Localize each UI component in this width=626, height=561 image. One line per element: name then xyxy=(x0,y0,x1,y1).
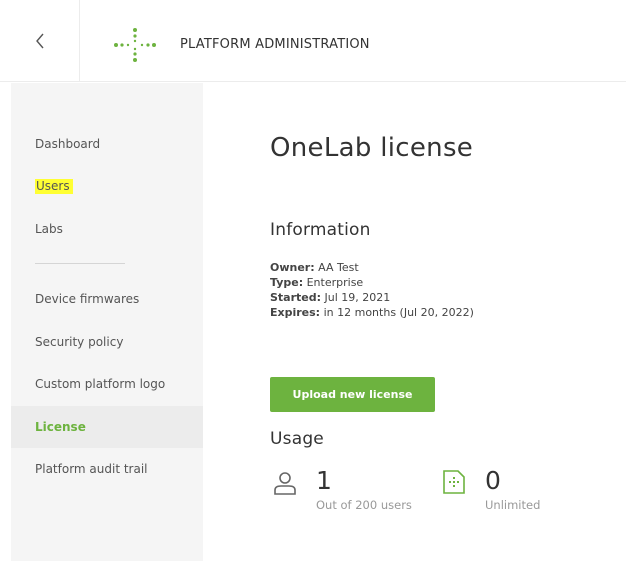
information-heading: Information xyxy=(270,220,371,240)
platform-logo-icon xyxy=(114,28,156,62)
chevron-left-icon xyxy=(35,33,44,49)
owner-row: Owner: AA Test xyxy=(270,260,474,275)
usage-heading: Usage xyxy=(270,429,324,449)
expires-value: in 12 months (Jul 20, 2022) xyxy=(323,306,474,319)
owner-value: AA Test xyxy=(318,261,359,274)
users-count: 1 xyxy=(316,466,332,495)
top-header: PLATFORM ADMINISTRATION xyxy=(0,0,626,82)
sidebar-divider xyxy=(35,263,125,264)
users-caption: Out of 200 users xyxy=(316,498,412,512)
started-label: Started: xyxy=(270,291,322,304)
sidebar-item-label: Labs xyxy=(35,222,63,236)
type-row: Type: Enterprise xyxy=(270,275,474,290)
sidebar-item-label: Users xyxy=(35,178,73,194)
sidebar-item-label: Custom platform logo xyxy=(35,377,166,391)
expires-label: Expires: xyxy=(270,306,321,319)
started-row: Started: Jul 19, 2021 xyxy=(270,290,474,305)
sidebar-item-security-policy[interactable]: Security policy xyxy=(11,321,203,363)
app-title: PLATFORM ADMINISTRATION xyxy=(180,37,370,52)
sidebar-item-device-firmwares[interactable]: Device firmwares xyxy=(11,278,203,320)
started-value: Jul 19, 2021 xyxy=(324,291,391,304)
sidebar-item-platform-audit-trail[interactable]: Platform audit trail xyxy=(11,448,203,490)
sidebar-item-labs[interactable]: Labs xyxy=(11,208,203,250)
sidebar-item-custom-platform-logo[interactable]: Custom platform logo xyxy=(11,363,203,405)
expires-row: Expires: in 12 months (Jul 20, 2022) xyxy=(270,305,474,320)
type-label: Type: xyxy=(270,276,304,289)
upload-new-license-button[interactable]: Upload new license xyxy=(270,377,435,412)
labs-count: 0 xyxy=(485,466,501,495)
type-value: Enterprise xyxy=(306,276,364,289)
owner-label: Owner: xyxy=(270,261,315,274)
sidebar-item-label: Device firmwares xyxy=(35,292,140,306)
sidebar-item-label: Security policy xyxy=(35,335,124,349)
labs-caption: Unlimited xyxy=(485,498,541,512)
license-info: Owner: AA Test Type: Enterprise Started:… xyxy=(270,260,474,320)
page-title: OneLab license xyxy=(270,133,474,163)
sidebar-item-label: Dashboard xyxy=(35,137,101,151)
sidebar-nav: Dashboard Users Labs Device firmwares Se… xyxy=(11,83,203,561)
back-button[interactable] xyxy=(0,0,80,82)
sidebar-item-label: Platform audit trail xyxy=(35,462,148,476)
sidebar-item-label: License xyxy=(35,420,86,434)
sidebar-item-users[interactable]: Users xyxy=(11,165,203,207)
lab-grid-icon xyxy=(443,470,465,494)
sidebar-item-dashboard[interactable]: Dashboard xyxy=(11,123,203,165)
user-icon xyxy=(274,472,296,495)
sidebar-item-license[interactable]: License xyxy=(11,406,203,448)
